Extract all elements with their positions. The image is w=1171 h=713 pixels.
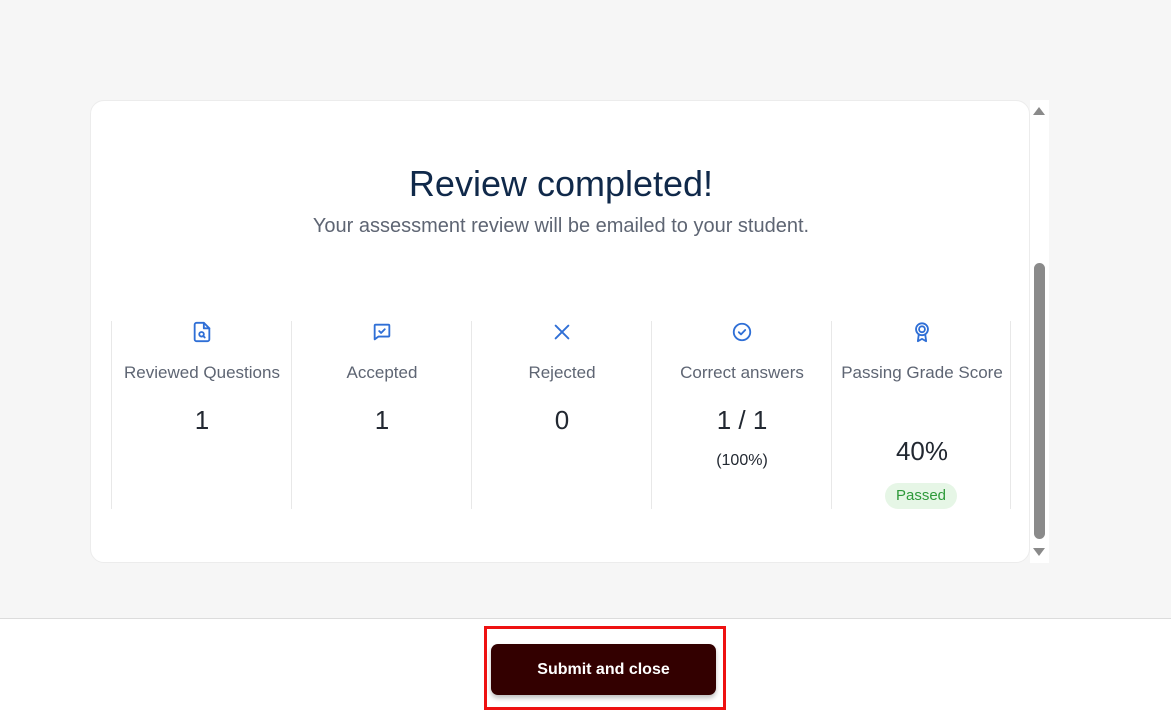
- stat-label: Rejected: [528, 363, 596, 382]
- stat-correct-answers: Correct answers 1 / 1 (100%): [651, 321, 831, 509]
- stat-passing-grade: Passing Grade Score 40% Passed: [831, 321, 1011, 509]
- stat-value: 1 / 1: [716, 405, 768, 435]
- stat-value: 0: [554, 405, 570, 435]
- review-card: Review completed! Your assessment review…: [90, 100, 1030, 563]
- award-icon: [915, 322, 929, 343]
- x-icon: [554, 324, 570, 340]
- stat-rejected: Rejected 0: [471, 321, 651, 509]
- submit-and-close-button[interactable]: Submit and close: [491, 644, 716, 695]
- stats-row: Reviewed Questions 1 Accepted 1 Rejected: [111, 321, 1011, 509]
- card-scrollbar[interactable]: [1030, 100, 1049, 563]
- stat-reviewed-questions: Reviewed Questions 1: [111, 321, 291, 509]
- stat-label: Correct answers: [680, 363, 804, 382]
- main-area: Review completed! Your assessment review…: [0, 0, 1171, 618]
- scroll-up-arrow-icon[interactable]: [1033, 107, 1045, 115]
- check-circle-icon: [732, 322, 752, 342]
- stat-label: Accepted: [346, 363, 418, 382]
- status-badge: Passed: [885, 483, 957, 509]
- scroll-thumb[interactable]: [1034, 263, 1045, 539]
- stat-value: 1: [374, 405, 390, 435]
- file-search-icon: [193, 321, 211, 343]
- stat-accepted: Accepted 1: [291, 321, 471, 509]
- message-check-icon: [373, 323, 391, 341]
- stat-value: 40%: [895, 436, 949, 466]
- stat-label: Reviewed Questions: [124, 363, 280, 382]
- page-subtitle: Your assessment review will be emailed t…: [312, 215, 810, 237]
- stat-value: 1: [194, 405, 210, 435]
- footer-bar: Submit and close: [0, 618, 1171, 713]
- page-title: Review completed!: [408, 163, 714, 204]
- stat-label: Passing Grade Score: [841, 363, 1003, 382]
- scroll-down-arrow-icon[interactable]: [1033, 548, 1045, 556]
- stat-percentage: (100%): [716, 452, 768, 469]
